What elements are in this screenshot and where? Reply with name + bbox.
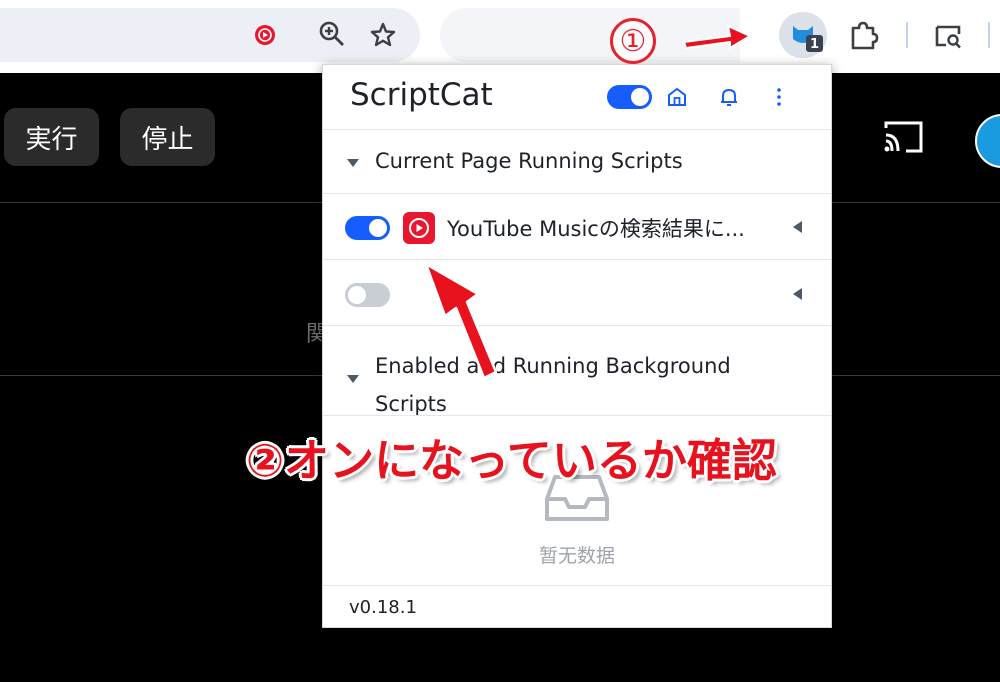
stop-button[interactable]: 停止	[120, 108, 215, 166]
popup-divider	[323, 585, 831, 586]
background-scripts-header[interactable]: Enabled and Running Background Scripts	[347, 347, 767, 423]
expand-caret-icon[interactable]	[793, 221, 802, 233]
browser-toolbar: 1	[0, 0, 1000, 73]
home-icon[interactable]	[665, 85, 689, 109]
empty-state-text: 暂无数据	[538, 545, 615, 567]
scriptcat-popup: ScriptCat Current Page Running Scripts Y…	[322, 64, 832, 628]
collapse-caret-icon	[347, 375, 359, 383]
run-button[interactable]: 実行	[4, 108, 99, 166]
current-page-scripts-header[interactable]: Current Page Running Scripts	[347, 149, 683, 173]
popup-title: ScriptCat	[350, 77, 493, 113]
bookmark-star-icon[interactable]	[368, 20, 398, 50]
script-enable-toggle[interactable]	[345, 216, 390, 240]
tab-search-icon[interactable]	[932, 20, 964, 52]
script-name[interactable]: YouTube Musicの検索結果に...	[447, 213, 745, 243]
scriptcat-extension-button[interactable]: 1	[779, 12, 827, 58]
youtube-music-icon	[403, 212, 435, 244]
section-label: Current Page Running Scripts	[375, 149, 683, 173]
popup-divider	[323, 415, 831, 416]
address-bar[interactable]	[0, 8, 420, 62]
script-enable-toggle[interactable]	[345, 283, 390, 307]
toggle-switch-on[interactable]	[607, 85, 652, 109]
global-enable-toggle[interactable]	[607, 85, 652, 109]
expand-caret-icon[interactable]	[793, 288, 802, 300]
collapse-caret-icon	[347, 159, 359, 167]
toggle-switch-off[interactable]	[345, 283, 390, 307]
youtube-music-site-icon[interactable]	[254, 24, 276, 46]
more-menu-icon[interactable]	[767, 85, 791, 109]
extension-badge-count: 1	[810, 37, 819, 52]
popup-divider	[323, 325, 831, 326]
toolbar-divider	[906, 22, 908, 48]
address-bar-extension-area	[440, 8, 740, 62]
section-label: Enabled and Running Background Scripts	[375, 354, 731, 416]
notification-bell-icon[interactable]	[717, 85, 741, 109]
toggle-switch-on[interactable]	[345, 216, 390, 240]
cast-icon[interactable]	[882, 120, 924, 154]
popup-divider	[323, 129, 831, 130]
popup-divider	[323, 193, 831, 194]
annotation-step-1: ①	[610, 18, 656, 64]
extensions-puzzle-icon[interactable]	[846, 18, 880, 52]
version-label: v0.18.1	[349, 597, 417, 618]
zoom-in-icon[interactable]	[318, 20, 346, 48]
popup-divider	[323, 259, 831, 260]
annotation-step-2: ②オンになっているか確認	[246, 434, 777, 487]
avatar[interactable]	[975, 114, 1000, 168]
toolbar-divider	[988, 22, 990, 48]
